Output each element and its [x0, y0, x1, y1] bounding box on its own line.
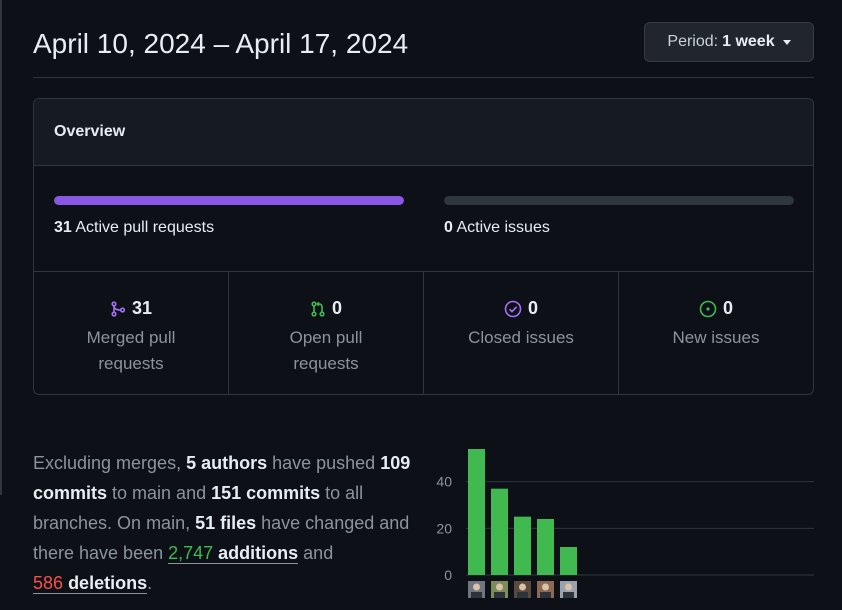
author-avatar-icon[interactable]: [537, 581, 554, 598]
summary-text-6: and: [298, 543, 334, 563]
git-merge-icon: [111, 300, 126, 317]
deletions-link[interactable]: 586 deletions: [33, 573, 148, 594]
caret-down-icon: [782, 39, 791, 45]
closed-issues-value: 0: [527, 298, 538, 318]
issues-progress-track: [444, 196, 794, 205]
active-issues-label: 0 Active issues: [444, 219, 794, 237]
active-pull-requests-block[interactable]: 31 Active pull requests: [54, 196, 404, 237]
activity-bars: 31 Active pull requests 0 Active issues: [34, 166, 813, 272]
period-dropdown-button[interactable]: Period: 1 week: [644, 22, 814, 62]
y-tick-label: 20: [436, 520, 452, 536]
bar[interactable]: [514, 516, 531, 575]
commits-all-count: 151 commits: [211, 483, 321, 503]
merged-pull-requests-label: Merged pull requests: [86, 328, 176, 373]
merged-pull-requests-value: 31: [131, 298, 153, 318]
stat-new-issues[interactable]: 0 New issues: [619, 272, 813, 394]
stat-merged-pull-requests[interactable]: 31 Merged pull requests: [34, 272, 229, 394]
new-issues-value: 0: [722, 298, 733, 318]
period-value: 1 week: [722, 33, 775, 50]
git-pull-request-icon: [311, 300, 325, 317]
active-pull-requests-text: Active pull requests: [75, 219, 215, 236]
bar[interactable]: [491, 488, 508, 575]
authors-count: 5 authors: [186, 453, 268, 473]
open-pull-requests-value: 0: [331, 298, 342, 318]
page-header: April 10, 2024 – April 17, 2024 Period: …: [33, 22, 814, 78]
active-pull-requests-count: 31: [54, 219, 72, 236]
page-title: April 10, 2024 – April 17, 2024: [33, 28, 409, 59]
y-tick-label: 0: [444, 567, 452, 583]
active-pull-requests-label: 31 Active pull requests: [54, 219, 404, 237]
closed-issues-label: Closed issues: [468, 328, 574, 347]
stat-closed-issues[interactable]: 0 Closed issues: [424, 272, 619, 394]
left-edge-divider: [0, 0, 2, 495]
deletions-word: deletions: [68, 573, 148, 593]
deletions-count: 586: [33, 573, 64, 593]
period-label: Period:: [667, 33, 719, 50]
summary-text-3: to main and: [107, 483, 212, 503]
stats-row: 31 Merged pull requests 0 Open pull requ…: [34, 272, 813, 394]
open-pull-requests-label: Open pull requests: [289, 328, 363, 373]
summary-text-2: have pushed: [267, 453, 381, 473]
issue-closed-icon: [504, 300, 522, 317]
commit-summary: Excluding merges, 5 authors have pushed …: [33, 448, 428, 598]
author-avatar-icon[interactable]: [491, 581, 508, 598]
bar[interactable]: [537, 519, 554, 575]
additions-count: 2,747: [168, 543, 214, 563]
summary-text-7: .: [147, 573, 153, 593]
active-issues-count: 0: [444, 219, 453, 236]
additions-link[interactable]: 2,747 additions: [168, 543, 299, 564]
files-changed-count: 51 files: [195, 513, 257, 533]
active-issues-block[interactable]: 0 Active issues: [444, 196, 794, 237]
pull-requests-progress-fill: [54, 196, 404, 205]
stat-open-pull-requests[interactable]: 0 Open pull requests: [229, 272, 424, 394]
additions-word: additions: [218, 543, 299, 563]
overview-heading: Overview: [34, 99, 813, 166]
overview-panel: Overview 31 Active pull requests 0 Activ…: [33, 98, 814, 395]
active-issues-text: Active issues: [456, 219, 550, 236]
author-avatar-icon[interactable]: [468, 581, 485, 598]
author-avatar-icon[interactable]: [514, 581, 531, 598]
bar[interactable]: [468, 449, 485, 575]
y-tick-label: 40: [436, 474, 452, 490]
pull-requests-progress-track: [54, 196, 404, 205]
issue-opened-icon: [699, 300, 717, 317]
bar[interactable]: [560, 547, 577, 575]
author-avatar-icon[interactable]: [560, 581, 577, 598]
summary-text-1: Excluding merges,: [33, 453, 187, 473]
new-issues-label: New issues: [672, 328, 760, 347]
commits-by-author-chart: 0 20 40: [436, 449, 814, 598]
